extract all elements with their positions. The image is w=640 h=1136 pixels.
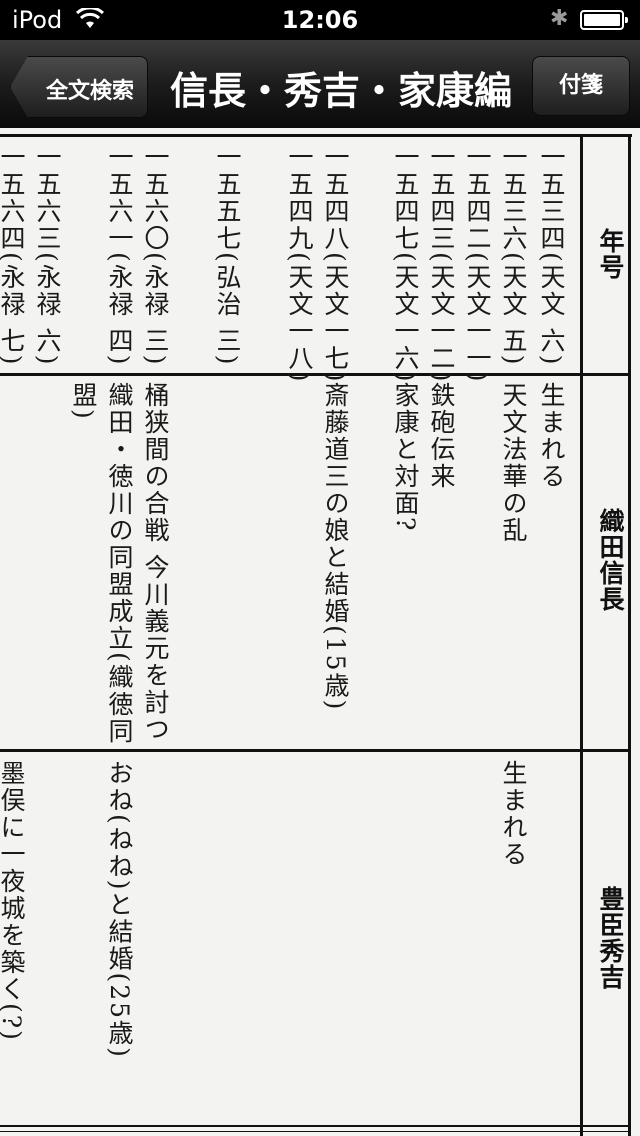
year-cell: 一五四九(天文一八): [285, 144, 314, 384]
table-right-border: [628, 134, 631, 1136]
table-top-border: [0, 134, 632, 137]
header-nobunaga: 織田信長: [596, 508, 625, 612]
section-divider-3: [0, 1125, 631, 1127]
year-cell: 一五四八(天文一七): [321, 144, 350, 384]
section-divider-1: [0, 373, 631, 376]
year-cell: 一五四二(天文一一): [463, 144, 492, 384]
bookmark-tag-button[interactable]: 付箋: [532, 56, 630, 116]
nobunaga-event: 桶狭間の合戦 今川義元を討つ: [141, 382, 170, 743]
nobunaga-event-continued: 盟): [69, 382, 98, 421]
nobunaga-event: 生まれる: [537, 382, 566, 490]
year-cell: 一五六三(永禄 六): [33, 144, 62, 367]
chronology-table: 年号 織田信長 豊臣秀吉 一五三四(天文 六) 一五三六(天文 五) 一五四二(…: [0, 128, 640, 1136]
back-button-label: 全文検索: [45, 79, 134, 104]
year-cell: 一五四三(天文一二): [427, 144, 456, 384]
year-cell: 一五五七(弘治 三): [213, 144, 242, 367]
nobunaga-event: 天文法華の乱: [499, 382, 528, 544]
year-cell: 一五六一(永禄 四): [105, 144, 134, 367]
page-title: 信長・秀吉・家康編: [169, 69, 512, 113]
section-divider-3b: [0, 1131, 631, 1132]
hideyoshi-event: 墨俣に一夜城を築く(?): [0, 760, 26, 1042]
header-hideyoshi: 豊臣秀吉: [596, 886, 625, 990]
nobunaga-event: 織田・徳川の同盟成立(織徳同: [105, 382, 134, 745]
battery-icon: [580, 10, 628, 30]
section-divider-2: [0, 749, 631, 752]
hideyoshi-event: 生まれる: [499, 760, 528, 868]
hideyoshi-event: おね(ねね)と結婚(25歳): [105, 760, 134, 1059]
navigation-bar: 全文検索 信長・秀吉・家康編 付箋: [0, 40, 640, 129]
nobunaga-event: 家康と対面?: [391, 382, 420, 533]
year-cell: 一五六四(永禄 七): [0, 144, 26, 367]
nobunaga-event: 鉄砲伝来: [427, 382, 456, 490]
nobunaga-event: 斎藤道三の娘と結婚(15歳): [321, 382, 350, 712]
fulltext-search-back-button[interactable]: 全文検索: [10, 56, 148, 118]
year-cell: 一五四七(天文一六): [391, 144, 420, 384]
header-year: 年号: [596, 228, 625, 280]
year-cell: 一五六〇(永禄 三): [141, 144, 170, 367]
status-bar: iPod 12:06 ✱: [0, 0, 640, 40]
year-cell: 一五三四(天文 六): [537, 144, 566, 367]
header-column-border: [580, 134, 583, 1136]
year-cell: 一五三六(天文 五): [499, 144, 528, 367]
bluetooth-icon: ✱: [550, 6, 569, 31]
status-time: 12:06: [281, 6, 359, 34]
